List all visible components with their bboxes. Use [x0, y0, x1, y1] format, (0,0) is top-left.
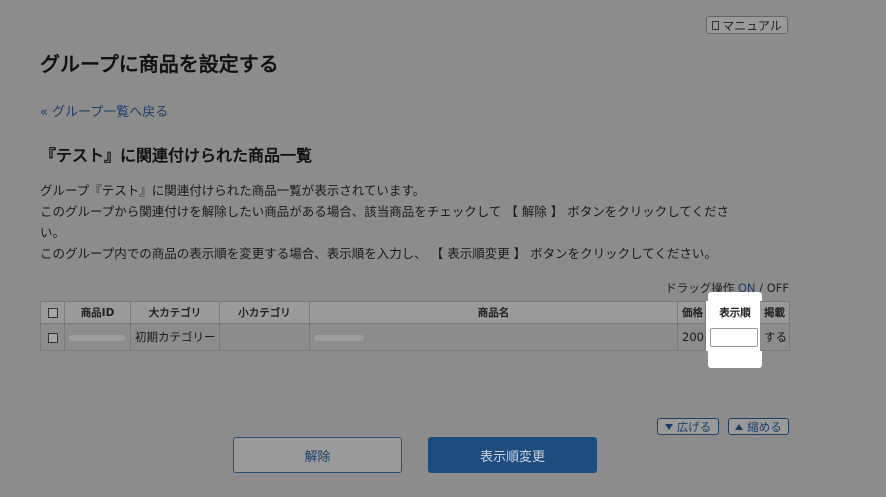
triangle-up-icon — [735, 423, 744, 430]
select-all-cell — [40, 301, 65, 324]
description-line-3: このグループ内での商品の表示順を変更する場合、表示順を入力し、 【 表示順変更 … — [40, 246, 717, 261]
expand-label: 広げる — [676, 419, 712, 434]
table-header-row: 商品ID 大カテゴリ 小カテゴリ 商品名 価格 掲載 — [40, 301, 790, 324]
expand-button[interactable]: 広げる — [657, 418, 719, 435]
collapse-label: 縮める — [747, 419, 782, 434]
description-line-1: グループ『テスト』に関連付けられた商品一覧が表示されています。 — [40, 183, 426, 198]
unlink-button[interactable]: 解除 — [233, 437, 402, 473]
drag-off-link[interactable]: OFF — [767, 281, 789, 295]
col-price[interactable]: 価格 — [677, 301, 706, 324]
table-row: 初期カテゴリー 200 する — [40, 323, 790, 351]
col-published[interactable]: 掲載 — [759, 301, 790, 324]
redacted-product-name — [314, 334, 364, 341]
manual-label: マニュアル — [722, 18, 782, 33]
collapse-button[interactable]: 縮める — [728, 418, 789, 435]
description: グループ『テスト』に関連付けられた商品一覧が表示されています。 このグループから… — [40, 180, 785, 264]
page-title: グループに商品を設定する — [40, 52, 279, 76]
col-main-category[interactable]: 大カテゴリ — [130, 301, 220, 324]
display-order-header-label[interactable]: 表示順 — [708, 301, 762, 323]
col-product-id[interactable]: 商品ID — [64, 301, 131, 324]
select-all-checkbox[interactable] — [47, 307, 58, 318]
section-title: 『テスト』に関連付けられた商品一覧 — [40, 146, 313, 165]
document-icon — [712, 20, 720, 30]
description-line-2b: い。 — [40, 225, 66, 240]
change-order-button[interactable]: 表示順変更 — [428, 437, 597, 473]
product-name-cell — [309, 323, 678, 351]
price-cell: 200 — [677, 323, 706, 351]
row-checkbox[interactable] — [47, 332, 58, 343]
col-product-name[interactable]: 商品名 — [309, 301, 678, 324]
redacted-product-id — [69, 334, 125, 341]
manual-button[interactable]: マニュアル — [706, 16, 788, 34]
main-category-cell: 初期カテゴリー — [130, 323, 220, 351]
back-to-group-list-link[interactable]: « グループ一覧へ戻る — [40, 101, 168, 120]
description-line-2: このグループから関連付けを解除したい商品がある場合、該当商品をチェックして 【 … — [40, 204, 730, 219]
sub-category-cell — [219, 323, 310, 351]
triangle-down-icon — [664, 423, 673, 430]
product-table: 商品ID 大カテゴリ 小カテゴリ 商品名 価格 掲載 初期カテゴリー 200 す… — [40, 301, 790, 351]
published-cell: する — [759, 323, 790, 351]
row-select-cell — [40, 323, 65, 351]
display-order-input[interactable] — [710, 328, 758, 347]
col-sub-category[interactable]: 小カテゴリ — [219, 301, 310, 324]
product-id-cell — [64, 323, 131, 351]
